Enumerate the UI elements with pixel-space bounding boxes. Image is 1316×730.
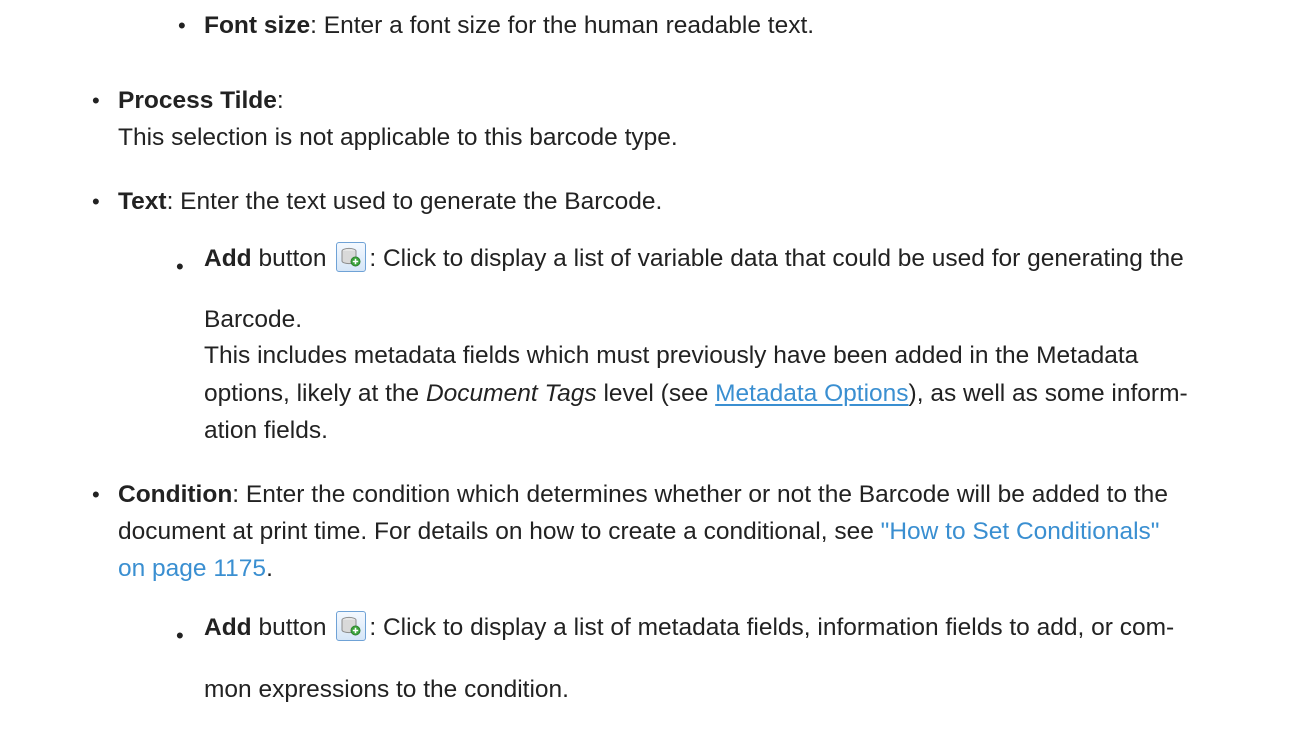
process-tilde-item: Process Tilde:: [118, 87, 284, 114]
metadata-options-link[interactable]: Metadata Options: [715, 380, 908, 407]
bullet: •: [92, 482, 100, 507]
text-add-desc-5: ation fields.: [204, 417, 328, 444]
text-add-desc-4c: ), as well as some inform-: [908, 380, 1188, 407]
font-size-label: Font size: [204, 12, 311, 39]
text-label: Text: [118, 188, 167, 215]
condition-desc: : Enter the condition which determines w…: [232, 481, 1168, 508]
text-add-label: Add: [204, 245, 252, 272]
database-add-icon: [336, 610, 367, 641]
condition-desc-2a: document at print time. For details on h…: [118, 518, 881, 545]
condition-add-label: Add: [204, 614, 252, 641]
text-item: Text: Enter the text used to generate th…: [118, 188, 663, 215]
font-size-item: Font size: Enter a font size for the hum…: [204, 12, 815, 39]
bullet: •: [92, 88, 100, 113]
text-desc: : Enter the text used to generate the Ba…: [166, 188, 663, 215]
text-add-desc: : Click to display a list of variable da…: [369, 245, 1184, 272]
text-add-desc-4a: options, likely at the: [204, 380, 426, 407]
condition-add-item: Add button : Click to display a list of …: [204, 610, 1175, 641]
condition-label: Condition: [118, 481, 233, 508]
bullet: •: [178, 13, 186, 38]
condition-desc-2: document at print time. For details on h…: [118, 518, 1160, 545]
process-tilde-colon: :: [276, 87, 284, 114]
bullet: •: [176, 254, 184, 279]
document-tags-term: Document Tags: [425, 380, 597, 407]
bullet: •: [92, 189, 100, 214]
condition-desc-3b: .: [266, 555, 273, 582]
text-add-desc-3: This includes metadata fields which must…: [204, 342, 1139, 369]
how-to-set-conditionals-link[interactable]: "How to Set Conditionals": [881, 518, 1160, 545]
database-add-icon: [336, 241, 367, 272]
process-tilde-label: Process Tilde: [118, 87, 277, 114]
process-tilde-desc: This selection is not applicable to this…: [118, 124, 678, 151]
condition-add-word: button: [258, 614, 327, 641]
font-size-desc: : Enter a font size for the human readab…: [310, 12, 815, 39]
condition-item: Condition: Enter the condition which det…: [118, 481, 1168, 508]
condition-add-desc: : Click to display a list of metadata fi…: [369, 614, 1175, 641]
condition-desc-3: on page 1175.: [118, 555, 273, 582]
bullet: •: [176, 623, 184, 648]
text-add-desc-2: Barcode.: [204, 306, 303, 333]
text-add-word: button: [258, 245, 327, 272]
page-reference-link[interactable]: on page 1175: [118, 555, 266, 582]
text-add-desc-4b: level (see: [596, 380, 716, 407]
text-add-item: Add button : Click to display a list of …: [204, 241, 1184, 272]
text-add-desc-4: options, likely at the Document Tags lev…: [204, 380, 1188, 407]
condition-add-desc-2: mon expressions to the condition.: [204, 676, 569, 703]
